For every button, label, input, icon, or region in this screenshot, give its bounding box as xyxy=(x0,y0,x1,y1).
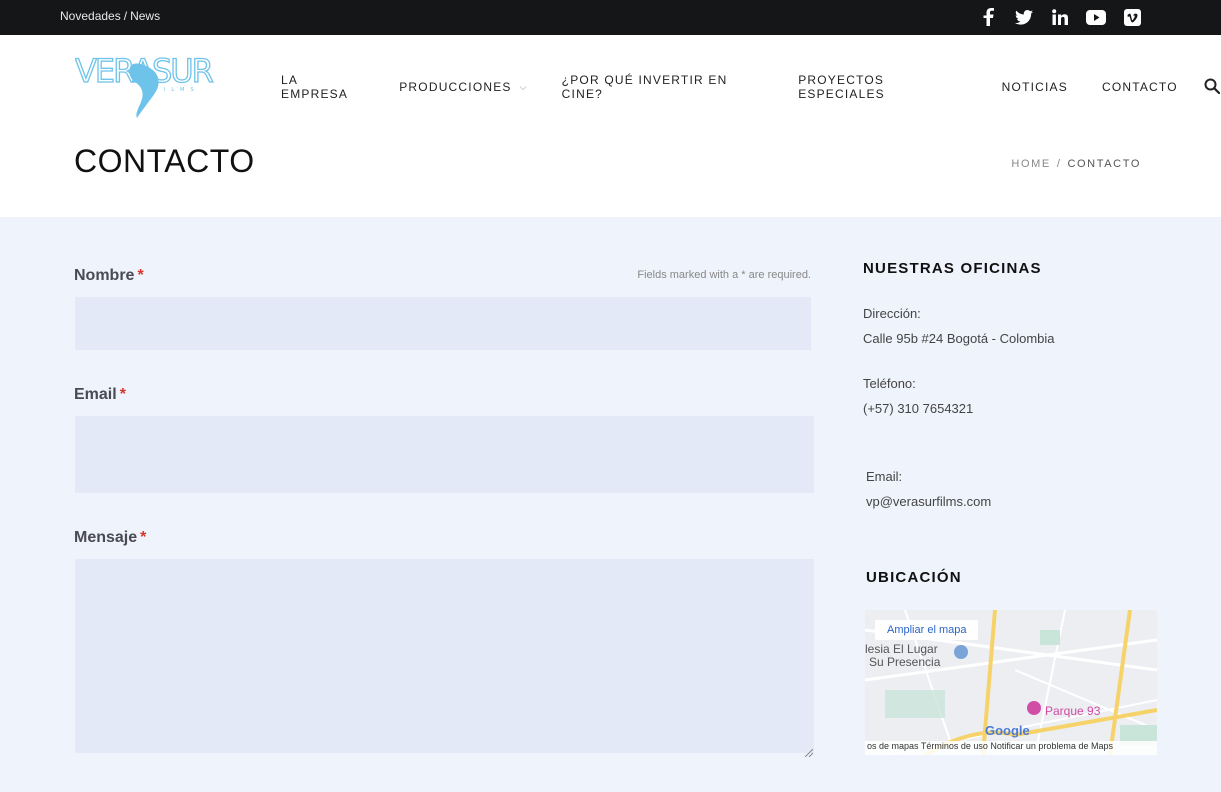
phone-label: Teléfono: xyxy=(863,376,916,391)
linkedin-icon[interactable] xyxy=(1049,6,1071,28)
breadcrumb-current: CONTACTO xyxy=(1067,158,1141,170)
breadcrumb: HOME / CONTACTO xyxy=(1011,158,1141,170)
required-mark: * xyxy=(137,267,144,284)
top-links-separator: / xyxy=(123,9,128,23)
facebook-icon[interactable] xyxy=(977,6,999,28)
location-map[interactable]: Ampliar el mapa lesia El Lugar Su Presen… xyxy=(865,610,1157,755)
verasur-logo[interactable]: VERASUR FILMS xyxy=(74,46,223,118)
email-input[interactable] xyxy=(75,416,814,493)
nav-producciones[interactable]: PRODUCCIONES ⌵ xyxy=(399,80,527,94)
mensaje-label-text: Mensaje xyxy=(74,529,138,546)
address-label: Dirección: xyxy=(863,306,921,321)
map-footer[interactable]: os de mapas Términos de uso Notificar un… xyxy=(865,741,1157,755)
nav-la-empresa[interactable]: LA EMPRESA xyxy=(281,73,365,101)
map-park-label: Parque 93 xyxy=(1045,704,1101,718)
map-enlarge-link[interactable]: Ampliar el mapa xyxy=(875,620,979,640)
nav-proyectos-especiales[interactable]: PROYECTOS ESPECIALES xyxy=(798,73,967,101)
nav-producciones-label: PRODUCCIONES xyxy=(399,80,512,94)
email-value[interactable]: vp@verasurfilms.com xyxy=(866,494,991,509)
resize-handle-icon[interactable] xyxy=(804,744,814,758)
top-links: Novedades / News xyxy=(60,9,160,23)
nav-noticias[interactable]: NOTICIAS xyxy=(1002,80,1068,94)
page-title: CONTACTO xyxy=(74,143,255,179)
email-label: Email * xyxy=(74,386,126,404)
nav-por-que-invertir[interactable]: ¿POR QUÉ INVERTIR EN CINE? xyxy=(562,73,765,101)
nav-contacto[interactable]: CONTACTO xyxy=(1102,80,1178,94)
nombre-input[interactable] xyxy=(75,297,811,350)
social-links xyxy=(977,6,1143,28)
svg-text:FILMS: FILMS xyxy=(155,87,200,93)
required-note: Fields marked with a * are required. xyxy=(637,269,811,281)
news-link[interactable]: News xyxy=(130,9,160,23)
main-nav: LA EMPRESA PRODUCCIONES ⌵ ¿POR QUÉ INVERT… xyxy=(281,73,1221,101)
novedades-link[interactable]: Novedades xyxy=(60,9,121,23)
required-mark: * xyxy=(140,529,147,546)
required-mark: * xyxy=(119,386,126,403)
email-label-text: Email xyxy=(74,386,117,403)
nombre-label-text: Nombre xyxy=(74,267,135,284)
phone-value: (+57) 310 7654321 xyxy=(863,401,974,416)
breadcrumb-home[interactable]: HOME xyxy=(1011,158,1050,170)
email-label-side: Email: xyxy=(866,469,903,484)
mensaje-textarea[interactable] xyxy=(75,559,814,753)
offices-heading: NUESTRAS OFICINAS xyxy=(863,260,1042,277)
search-icon[interactable] xyxy=(1204,78,1221,96)
youtube-icon[interactable] xyxy=(1085,6,1107,28)
address-value: Calle 95b #24 Bogotá - Colombia xyxy=(863,331,1055,346)
top-bar: Novedades / News xyxy=(0,0,1221,35)
map-place-label: lesia El Lugar xyxy=(865,642,938,656)
vimeo-icon[interactable] xyxy=(1121,6,1143,28)
google-logo: Google xyxy=(985,723,1030,738)
twitter-icon[interactable] xyxy=(1013,6,1035,28)
mensaje-label: Mensaje * xyxy=(74,529,146,547)
site-header: VERASUR FILMS LA EMPRESA PRODUCCIONES ⌵ ¿… xyxy=(0,35,1221,217)
breadcrumb-separator: / xyxy=(1056,158,1062,170)
location-heading: UBICACIÓN xyxy=(866,569,962,586)
nombre-label: Nombre * xyxy=(74,267,144,285)
map-place-label: Su Presencia xyxy=(869,655,941,669)
svg-text:VERASUR: VERASUR xyxy=(75,52,214,90)
chevron-down-icon: ⌵ xyxy=(519,81,528,92)
